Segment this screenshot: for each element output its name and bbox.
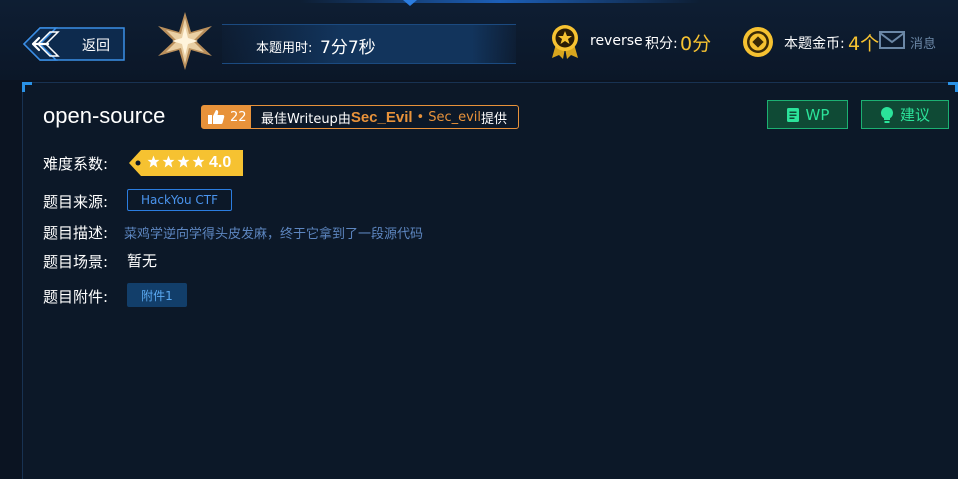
corner-decoration (22, 82, 32, 92)
timer-label: 本题用时: (256, 41, 313, 56)
star-badge-icon (154, 10, 216, 72)
corner-decoration (948, 82, 958, 92)
username[interactable]: reverse (590, 33, 643, 49)
like-count-badge[interactable]: 22 (202, 106, 251, 128)
best-writeup-bar[interactable]: 22 最佳Writeup由 Sec_Evil • Sec_evil 提供 (201, 105, 519, 129)
coin-icon (742, 26, 774, 58)
difficulty-stars (147, 155, 205, 168)
description-label: 题目描述: (43, 224, 109, 242)
difficulty-label: 难度系数: (43, 155, 109, 173)
coins-value: 4个 (848, 33, 880, 55)
top-notch (403, 0, 417, 6)
description-text: 菜鸡学逆向学得头皮发麻，终于它拿到了一段源代码 (124, 227, 424, 242)
back-label: 返回 (82, 38, 110, 54)
suggest-button-label: 建议 (899, 106, 930, 124)
source-label: 题目来源: (43, 193, 109, 211)
top-glow-line (300, 0, 700, 3)
wp-button[interactable]: WP (767, 100, 848, 129)
back-button[interactable]: 返回 (22, 26, 126, 62)
lightbulb-icon (880, 106, 893, 123)
writeup-suffix: 提供 (481, 111, 508, 127)
medal-icon (550, 24, 580, 60)
writeup-prefix: 最佳Writeup由 (261, 111, 351, 127)
mail-icon[interactable] (879, 30, 905, 50)
score-value: 0分 (680, 33, 712, 55)
difficulty-value: 4.0 (209, 154, 232, 171)
wp-button-label: WP (805, 105, 830, 124)
writeup-team-link[interactable]: Sec_evil (428, 110, 481, 125)
star-icon (177, 155, 190, 168)
messages-link[interactable]: 消息 (910, 33, 936, 52)
top-bar: 返回 本题用时: 7分7秒 reverse 积分: 0分 本题金币: 4个 消息 (0, 0, 958, 80)
star-icon (162, 155, 175, 168)
scene-value: 暂无 (127, 252, 158, 270)
suggest-button[interactable]: 建议 (861, 100, 949, 129)
attachment-label: 题目附件: (43, 288, 109, 306)
star-icon (147, 155, 160, 168)
source-tag: HackYou CTF (127, 189, 232, 211)
coins-label: 本题金币: (784, 36, 845, 52)
star-icon (192, 155, 205, 168)
writeup-author-link[interactable]: Sec_Evil (351, 109, 413, 126)
timer-value: 7分7秒 (320, 38, 376, 58)
thumbs-up-icon (208, 110, 225, 124)
arrow-left-icon (22, 27, 125, 61)
challenge-panel: open-source 22 最佳Writeup由 Sec_Evil • Sec… (22, 82, 958, 479)
difficulty-badge: 4.0 (129, 149, 243, 177)
document-icon (786, 107, 799, 122)
timer-box: 本题用时: 7分7秒 (222, 24, 516, 64)
attachment-download-button[interactable]: 附件1 (127, 283, 187, 307)
like-count: 22 (230, 109, 247, 125)
writeup-separator: • (416, 109, 425, 125)
score-label: 积分: (645, 36, 678, 52)
scene-label: 题目场景: (43, 253, 109, 271)
challenge-title: open-source (43, 103, 166, 128)
